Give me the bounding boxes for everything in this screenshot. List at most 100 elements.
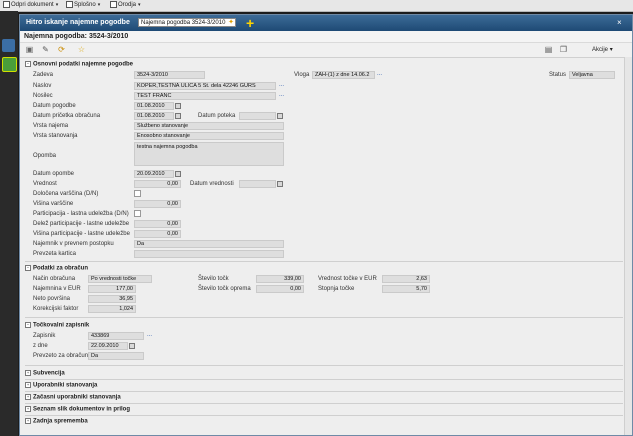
section-zacasni[interactable]: + Začasni uporabniki stanovanja [25,394,121,401]
field-nacin-obracuna: Po vrednosti točke [88,275,152,283]
expand-icon: + [25,394,31,400]
calendar-icon[interactable] [277,113,283,119]
field-neto-povrsina: 36,95 [88,295,136,303]
section-zadnja[interactable]: + Zadnja sprememba [25,418,88,425]
field-vrednost-tocke: 2,63 [382,275,430,283]
field-zadeva: 3524-3/2010 [134,71,205,79]
calendar-icon[interactable] [175,103,181,109]
vertical-scrollbar[interactable] [624,57,632,435]
field-datum-pricetka: 01.08.2010 [134,112,174,120]
collapse-icon: − [25,265,31,271]
exit-icon[interactable] [2,39,15,52]
lookup-nosilec-icon[interactable]: ... [279,92,284,98]
field-vrsta-stanovanja: Enosobno stanovanje [134,132,284,140]
field-datum-opombe: 20.09.2010 [134,170,174,178]
field-prevzeta-kartica [134,250,284,258]
form-content: − Osnovni podatki najemne pogodbe Zadeva … [20,57,632,435]
section-uporabniki[interactable]: + Uporabniki stanovanja [25,382,97,389]
edit-icon[interactable]: ✎ [41,45,50,54]
divider [25,317,623,318]
label-nacin-obracuna: Način obračuna [33,276,76,282]
copy-icon[interactable]: ❐ [559,45,568,54]
label-najemnik: Najemnik v prevnem postopku [33,241,114,247]
expand-icon: + [25,370,31,376]
label-stevilo-tock-oprema: Število točk oprema [198,286,251,292]
window-title: Hitro iskanje najemne pogodbe [26,19,130,26]
field-vrednost: 0,00 [134,180,181,188]
save-icon[interactable]: ▣ [25,45,34,54]
chevron-down-icon: ▾ [55,2,59,9]
label-prevzeta-kartica: Prevzeta kartica [33,251,77,257]
field-delez-participacije: 0,00 [134,220,181,228]
favorite-icon[interactable]: ☆ [77,45,86,54]
label-visina-participacije: Višina participacije - lastne udeležbe [33,231,130,237]
lookup-naslov-icon[interactable]: ... [279,82,284,88]
label-stopnja-tocke: Stopnja točke [318,286,355,292]
print-icon[interactable]: ▤ [544,45,553,54]
calendar-icon[interactable] [175,171,181,177]
field-visina-participacije: 0,00 [134,230,181,238]
label-zadeva: Zadeva [33,72,54,78]
field-naslov: KOPER,TESTNA ULICA 5 Št. dela 42246 GURS [134,82,276,90]
field-datum-pogodbe: 01.08.2010 [134,102,174,110]
divider [25,415,623,416]
menu-odpri-dokument[interactable]: Odpri dokument ▾ [3,1,58,10]
calendar-icon[interactable] [277,181,283,187]
menu-orodja[interactable]: Orodja ▾ [110,1,141,10]
label-korekcijski-faktor: Korekcijski faktor [33,306,79,312]
label-datum-pogodbe: Datum pogodbe [33,103,76,109]
section-osnovni[interactable]: − Osnovni podatki najemne pogodbe [25,61,133,68]
refresh-icon[interactable]: ⟳ [57,45,66,54]
label-vrednost-tocke: Vrednost točke v EUR [318,276,377,282]
toolbar: ▣ ✎ ⟳ ☆ ▤ ❐ Akcije ▾ [20,42,632,58]
field-zapisnik: 433869 [88,332,144,340]
field-stevilo-tock: 339,00 [256,275,304,283]
chevron-down-icon: ▾ [138,2,141,9]
checkbox-dolocena-varscina[interactable] [134,190,141,197]
contract-window: Hitro iskanje najemne pogodbe Najemna po… [19,14,633,436]
left-sidebar [0,11,18,436]
collapse-icon: − [25,322,31,328]
close-window-button[interactable]: × [617,18,622,27]
checkbox-participacija[interactable] [134,210,141,217]
label-delez-participacije: Delež participacije - lastne udeležbe [33,221,130,227]
field-visina-varscine: 0,00 [134,200,181,208]
field-prevzeto: Da [88,352,144,360]
record-header: Najemna pogodba: 3524-3/2010 [20,31,632,42]
expand-icon: + [25,406,31,412]
field-nosilec: TEST FRANC [134,92,276,100]
label-opomba: Opomba [33,153,57,159]
divider [25,391,623,392]
calendar-icon[interactable] [129,343,135,349]
section-subvencija[interactable]: + Subvencija [25,370,65,377]
chevron-down-icon: ▾ [609,47,613,53]
label-visina-varscine: Višina varščine [33,201,74,207]
module-icon[interactable] [2,57,17,72]
star-icon: ✦ [228,19,234,26]
lookup-zapisnik-icon[interactable]: ... [147,332,152,338]
label-zapisnik: Zapisnik [33,333,56,339]
label-prevzeto: Prevzeto za obračun [33,353,89,359]
add-icon[interactable]: + [246,15,254,31]
general-icon [66,1,73,8]
lookup-vloga-icon[interactable]: ... [377,71,382,77]
label-datum-opombe: Datum opombe [33,171,75,177]
field-datum-vrednosti [239,180,276,188]
tools-icon [110,1,117,8]
akcije-menu[interactable]: Akcije ▾ [592,46,613,53]
quick-search-select[interactable]: Najemna pogodba 3524-3/2010 ✦ [138,18,236,27]
section-tockovalni[interactable]: − Točkovalni zapisnik [25,322,89,329]
label-vloga: Vloga [294,72,310,78]
field-status: Veljavna [569,71,615,79]
label-vrsta-stanovanja: Vrsta stanovanja [33,133,78,139]
menu-splosno[interactable]: Splošno ▾ [66,1,100,10]
divider [25,365,623,366]
calendar-icon[interactable] [175,113,181,119]
collapse-icon: − [25,61,31,67]
label-datum-vrednosti: Datum vrednosti [190,181,234,187]
section-seznam[interactable]: + Seznam slik dokumentov in prilog [25,406,130,413]
expand-icon: + [25,418,31,424]
chevron-down-icon: ▾ [97,2,101,9]
label-status: Status [549,72,567,78]
section-obracun[interactable]: − Podatki za obračun [25,265,88,272]
